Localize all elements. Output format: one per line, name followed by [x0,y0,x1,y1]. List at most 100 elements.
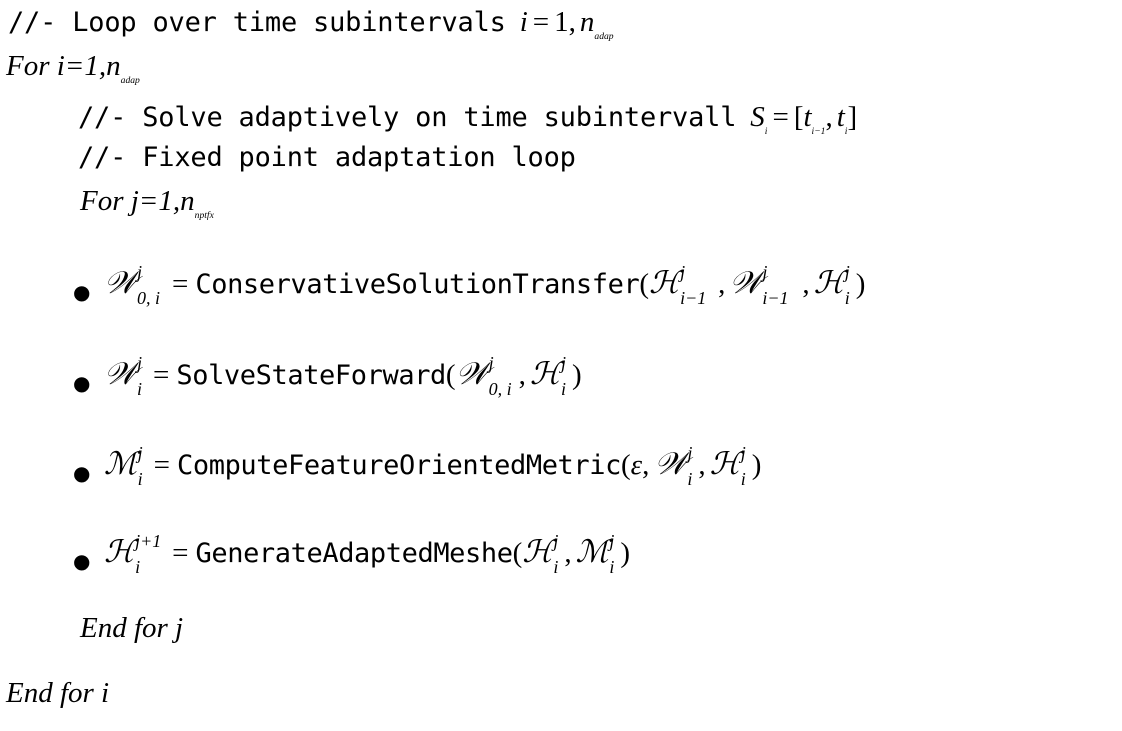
script-M-arg-4b: ℳ [575,534,610,570]
keyword-for-j: For j=1, [80,185,181,217]
rparen-1: ) [855,268,866,300]
superscript-j-3c: j [740,443,746,463]
math-var-S: S [750,101,765,133]
superscript-j-4a: j [553,531,559,551]
bullet-marker-4: ● [73,549,91,573]
line-comment-loop-subintervals: //- Loop over time subintervals i = 1, nadap [8,6,614,42]
rparen-2: ) [571,359,582,391]
script-H-arg-4a: ℋ [522,534,554,570]
superscript-j-1b: j [762,262,768,282]
algorithm-pseudocode-block: //- Loop over time subintervals i = 1, nadap… [0,0,1122,731]
script-W-arg-1b: 𝒲 [729,265,763,301]
bullet-marker-1: ● [73,280,91,304]
function-name-solve-state-forward: SolveStateForward [176,360,446,391]
superscript-j-3b: j [687,443,693,463]
step-compute-feature-oriented-metric: ℳj i = ComputeFeatureOrientedMetric(ε, 𝒲j i, ℋ… [104,444,762,488]
script-M-lhs-3: ℳ [104,446,138,482]
superscript-j-2a: j [488,353,494,373]
superscript-j-4b: j [609,531,615,551]
rparen-4: ) [620,537,630,569]
line-for-i: For i=1,nadap [6,50,140,86]
subscript-i-4b: i [609,557,615,577]
comma-3b: , [698,449,706,481]
comment-text-solve-adaptively: //- Solve adaptively on time subinterval… [78,102,737,133]
function-name-conservative-solution-transfer: ConservativeSolutionTransfer [195,269,640,300]
keyword-end-for-j: End for j [80,612,184,644]
comment-text-fixed-point: //- Fixed point adaptation loop [78,142,576,173]
script-H-arg-1a: ℋ [648,265,681,301]
lparen-4: ( [512,537,523,569]
subscript-i-1c: i [844,288,850,308]
loop-bound-subscript-nptfx: nptfx [194,210,214,222]
subscript-i-3: i [137,469,143,489]
lparen-2: ( [445,359,456,391]
superscript-j-1c: j [844,262,850,282]
superscript-j-2: j [137,353,143,373]
superscript-j-1a: j [680,262,686,282]
math-var-t-cur: t [836,101,845,133]
superscript-j-2b: j [560,353,566,373]
script-W-arg-3b: 𝒲 [654,446,688,482]
loop-bound-subscript-adap: adap [120,75,140,87]
math-equals-2: = [772,101,789,133]
script-H-arg-1c: ℋ [813,265,845,301]
math-equals: = [532,6,550,38]
step-conservative-solution-transfer: 𝒲j 0, i = ConservativeSolutionTransfer(ℋ j i−… [104,263,866,307]
lparen-3: ( [620,449,631,481]
subscript-i-minus-1-1b: i−1 [762,288,789,308]
subscript-i-2: i [137,379,143,399]
script-W-lhs-1: 𝒲 [104,265,137,301]
script-H-arg-3c: ℋ [709,446,741,482]
script-W-arg-2a: 𝒲 [455,356,489,392]
equals-4: = [172,537,189,569]
keyword-end-for-i: End for i [6,677,110,709]
math-var-n: n [579,6,595,38]
line-comment-fixed-point: //- Fixed point adaptation loop [78,144,576,171]
subscript-i-3b: i [687,469,693,489]
subscript-i-2b: i [560,379,566,399]
math-var-t-prev: t [803,101,812,133]
script-H-lhs-4: ℋ [104,534,136,570]
step-solve-state-forward: 𝒲j i = SolveStateForward(𝒲 j 0, i, ℋj i) [104,354,582,398]
subscript-i-minus-1-1a: i−1 [680,288,707,308]
math-subscript-i-minus-1: i−1 [811,126,826,138]
rparen-3: ) [751,449,762,481]
comma-1b: , [802,268,810,300]
subscript-i-4: i [135,557,141,577]
function-name-compute-feature-oriented-metric: ComputeFeatureOrientedMetric [177,450,621,481]
comment-text-loop-subintervals: //- Loop over time subintervals [8,7,506,38]
bullet-marker-2: ● [73,371,91,395]
line-end-for-j: End for j [80,614,183,643]
superscript-j-3: j [137,443,143,463]
subscript-0i-2a: 0, i [488,379,512,399]
superscript-j-1: j [137,262,143,282]
math-subscript-adap: adap [594,31,614,43]
subscript-i-3c: i [740,469,746,489]
math-comma-2: , [825,101,833,133]
superscript-j-plus-1-4: j+1 [135,531,162,551]
loop-bound-var-n-j: n [180,185,195,217]
function-name-generate-adapted-meshe: GenerateAdaptedMeshe [195,538,514,569]
bullet-marker-3: ● [73,461,91,485]
line-end-for-i: End for i [6,679,109,708]
line-comment-solve-adaptively: //- Solve adaptively on time subinterval… [78,101,858,137]
math-rbracket: ] [847,101,858,133]
comma-3a: , [642,449,650,481]
subscript-i-4a: i [553,557,559,577]
equals-2: = [153,359,170,391]
keyword-for-i: For i=1, [6,50,107,82]
script-W-lhs-2: 𝒲 [104,356,137,392]
lparen-1: ( [639,268,649,300]
comma-4a: , [564,537,572,569]
subscript-0i-1: 0, i [137,288,161,308]
math-value-one: 1 [554,6,569,38]
comma-1a: , [718,268,726,300]
line-for-j: For j=1,nnptfx [80,185,214,221]
equals-3: = [153,449,171,481]
equals-1: = [172,268,189,300]
comma-2a: , [518,359,526,391]
loop-bound-var-n-i: n [106,50,121,82]
math-index-var-i: i [519,6,528,38]
math-comma: , [568,6,576,38]
script-H-arg-2b: ℋ [529,356,561,392]
